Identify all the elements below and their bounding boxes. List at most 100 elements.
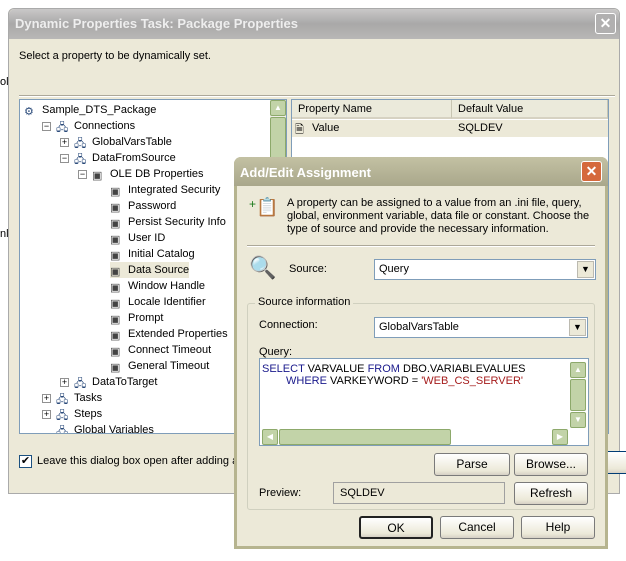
tree-node[interactable]: ▣ OLE DB Properties	[92, 166, 204, 182]
tree-node-icon: ▣	[110, 330, 121, 343]
title-bar: Dynamic Properties Task: Package Propert…	[9, 9, 619, 39]
tree-node-icon: 🖧	[56, 410, 69, 423]
tree-node-label: Window Handle	[128, 280, 206, 292]
close-button[interactable]: ✕	[595, 13, 616, 34]
tree-node-icon: ▣	[110, 250, 121, 263]
tree-node[interactable]: 🖧 GlobalVarsTable	[74, 134, 172, 150]
source-label: Source:	[289, 263, 327, 275]
tree-node-icon: 🖧	[56, 394, 69, 407]
tree-node-icon: ▣	[110, 314, 121, 327]
tree-node[interactable]: ▣ Password	[110, 198, 176, 214]
tree-node-label: Data Source	[128, 264, 190, 276]
prompt-text: Select a property to be dynamically set.	[19, 50, 211, 62]
tree-node[interactable]: ▣ Extended Properties	[110, 326, 228, 342]
chevron-down-icon[interactable]: ▼	[577, 261, 594, 278]
tree-node-label: General Timeout	[128, 360, 210, 372]
tree-node[interactable]: ▣ General Timeout	[110, 358, 209, 374]
tree-node[interactable]: ▣ Connect Timeout	[110, 342, 211, 358]
query-line-1: SELECT VARVALUE FROM DBO.VARIABLEVALUES	[262, 363, 526, 375]
tree-node-label: DataToTarget	[92, 376, 158, 388]
tree-node-icon: ▣	[110, 298, 121, 311]
table-row[interactable]: 🗎 Value SQLDEV	[292, 120, 608, 137]
tree-node[interactable]: ▣ Prompt	[110, 310, 163, 326]
tree-node-label: Connections	[74, 120, 136, 132]
parse-button[interactable]: Parse	[434, 453, 510, 476]
tree-node-icon: 🖧	[74, 154, 87, 167]
expand-icon[interactable]: +	[60, 138, 69, 147]
property-icon: 🗎	[295, 124, 304, 136]
title-bar: Add/Edit Assignment ✕	[234, 157, 608, 186]
cancel-button[interactable]: Cancel	[440, 516, 514, 539]
tree-node-icon: 🖧	[74, 378, 87, 391]
tree-node-icon: ▣	[110, 234, 121, 247]
expand-icon[interactable]: +	[60, 378, 69, 387]
tree-node[interactable]: ▣ Initial Catalog	[110, 246, 195, 262]
tree-node[interactable]: 🖧 DataFromSource	[74, 150, 176, 166]
ok-button[interactable]: OK	[359, 516, 433, 539]
connection-dropdown[interactable]: GlobalVarsTable ▼	[374, 317, 588, 338]
tree-node[interactable]: ▣ Data Source	[110, 262, 190, 279]
tree-node-label: Extended Properties	[128, 328, 228, 340]
tree-node-icon: ▣	[110, 218, 121, 231]
tree-node[interactable]: 🖧 Tasks	[56, 390, 102, 406]
tree-node[interactable]: ▣ User ID	[110, 230, 165, 246]
query-line-2: WHERE VARKEYWORD = 'WEB_CS_SERVER'	[286, 375, 523, 387]
browse-button[interactable]: Browse...	[514, 453, 588, 476]
tree-node-label: DataFromSource	[92, 152, 176, 164]
divider	[19, 95, 615, 97]
query-textarea[interactable]: SELECT VARVALUE FROM DBO.VARIABLEVALUES …	[259, 358, 589, 446]
scroll-down-button[interactable]: ▼	[570, 412, 586, 428]
column-header-default-value[interactable]: Default Value	[452, 100, 608, 119]
add-assignment-icon: +📋	[249, 197, 279, 217]
source-dropdown[interactable]: Query ▼	[374, 259, 596, 280]
tree-node[interactable]: ▣ Window Handle	[110, 278, 205, 294]
tree-node-icon: ▣	[110, 282, 121, 295]
collapse-icon[interactable]: −	[60, 154, 69, 163]
add-edit-assignment-dialog: Add/Edit Assignment ✕ +📋 A property can …	[234, 157, 608, 549]
vertical-scrollbar-thumb[interactable]	[570, 379, 586, 411]
tree-node[interactable]: ⚙ Sample_DTS_Package	[24, 102, 156, 118]
tree-node[interactable]: ▣ Locale Identifier	[110, 294, 206, 310]
tree-node-label: Password	[128, 200, 177, 212]
collapse-icon[interactable]: −	[42, 122, 51, 131]
tree-node-label: GlobalVarsTable	[92, 136, 172, 148]
scroll-up-button[interactable]: ▲	[270, 100, 286, 116]
tree-node[interactable]: ▣ Persist Security Info	[110, 214, 226, 230]
tree-node-label: Connect Timeout	[128, 344, 212, 356]
scroll-right-button[interactable]: ▶	[552, 429, 568, 445]
dialog-title: Dynamic Properties Task: Package Propert…	[15, 16, 298, 31]
refresh-button[interactable]: Refresh	[514, 482, 588, 505]
tree-node-icon: 🖧	[56, 122, 69, 135]
collapse-icon[interactable]: −	[78, 170, 87, 179]
expand-icon[interactable]: +	[42, 410, 51, 419]
tree-node[interactable]: 🖧 Steps	[56, 406, 102, 422]
preview-label: Preview:	[259, 487, 302, 499]
tree-node-label: Locale Identifier	[128, 296, 206, 308]
group-label: Source information	[255, 296, 354, 308]
tree-node[interactable]: ▣ Integrated Security	[110, 182, 220, 198]
tree-node-icon: ▣	[110, 346, 121, 359]
tree-node-icon: 🖧	[74, 138, 87, 151]
query-label: Query:	[259, 346, 293, 358]
description-text: A property can be assigned to a value fr…	[287, 197, 590, 235]
tree-node[interactable]: 🖧 Connections	[56, 118, 135, 134]
tree-node-icon: ▣	[110, 266, 121, 279]
preview-field: SQLDEV	[333, 482, 505, 504]
tree-node[interactable]: 🖧 Global Variables	[56, 422, 154, 433]
scroll-up-button[interactable]: ▲	[570, 362, 586, 378]
tree-node-label: Tasks	[74, 392, 103, 404]
help-button[interactable]: Help	[521, 516, 595, 539]
tree-node-label: Sample_DTS_Package	[42, 104, 157, 116]
expand-icon[interactable]: +	[42, 394, 51, 403]
column-header-property-name[interactable]: Property Name	[292, 100, 452, 119]
horizontal-scrollbar-thumb[interactable]	[279, 429, 451, 445]
tree-node-icon: ▣	[92, 170, 103, 183]
tree-node[interactable]: 🖧 DataToTarget	[74, 374, 157, 390]
chevron-down-icon[interactable]: ▼	[569, 319, 586, 336]
tree-node-label: Integrated Security	[128, 184, 221, 196]
scroll-left-button[interactable]: ◀	[262, 429, 278, 445]
close-button[interactable]: ✕	[581, 161, 602, 182]
tree-node-label: Initial Catalog	[128, 248, 195, 260]
property-name: Value	[312, 122, 340, 134]
leave-open-checkbox[interactable]: ✔	[19, 455, 32, 468]
